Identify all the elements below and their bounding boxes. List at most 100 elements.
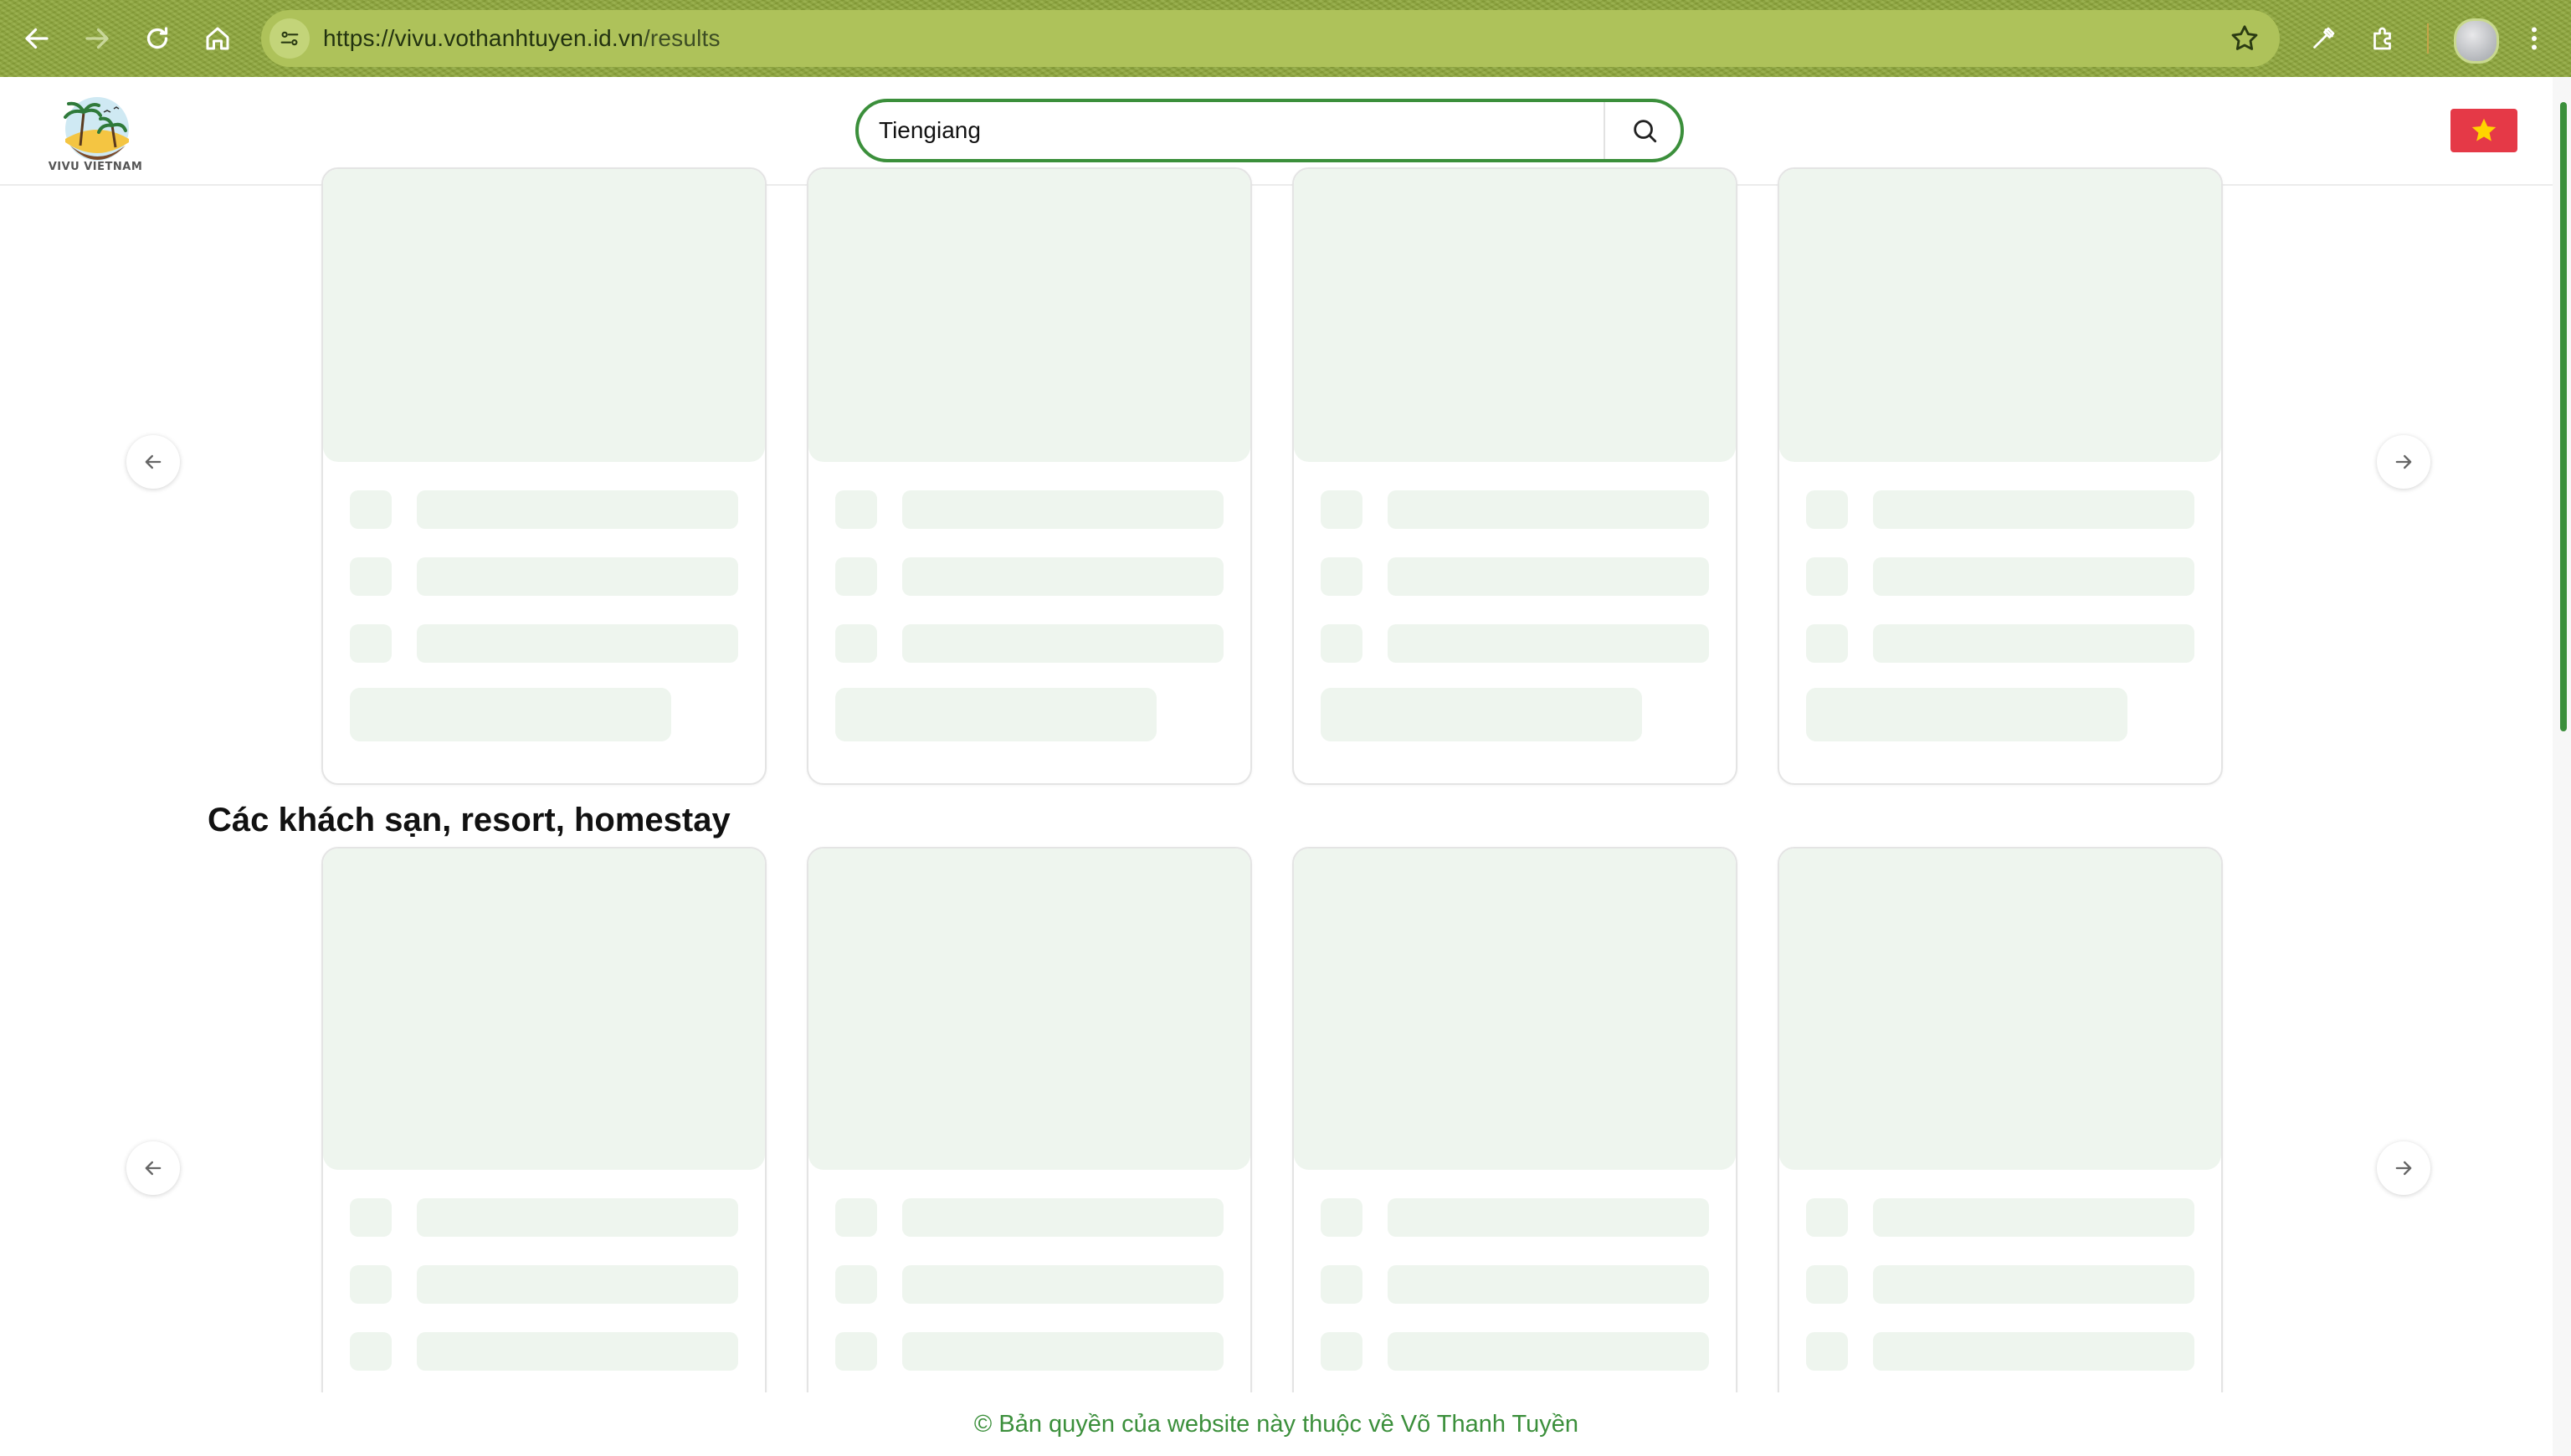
site-footer: © Bản quyền của website này thuộc về Võ …: [0, 1392, 2553, 1456]
extensions-button[interactable]: [2360, 15, 2407, 62]
skeleton-card[interactable]: [321, 847, 767, 1433]
url-host: https://vivu.vothanhtuyen.id.vn: [323, 25, 644, 51]
skeleton-text-line: [1388, 624, 1709, 663]
skeleton-icon: [1321, 490, 1362, 529]
skeleton-card[interactable]: [807, 847, 1252, 1433]
skeleton-text-line: [1388, 1332, 1709, 1371]
skeleton-button: [1806, 688, 2127, 741]
bookmark-star-icon[interactable]: [2228, 22, 2261, 55]
site-info-icon[interactable]: [269, 18, 310, 59]
arrow-right-icon: [2395, 1161, 2412, 1176]
skeleton-image: [1779, 848, 2221, 1170]
skeleton-icon: [835, 557, 877, 596]
skeleton-text-line: [1873, 1265, 2194, 1304]
skeleton-text-line: [902, 1198, 1224, 1237]
skeleton-icon: [1806, 1265, 1848, 1304]
browser-toolbar: https://vivu.vothanhtuyen.id.vn/results: [0, 0, 2571, 77]
skeleton-text-line: [1873, 1332, 2194, 1371]
skeleton-card[interactable]: [1292, 167, 1737, 785]
skeleton-icon: [350, 624, 392, 663]
skeleton-text-line: [1388, 1265, 1709, 1304]
skeleton-text-line: [902, 557, 1224, 596]
skeleton-icon: [1806, 1332, 1848, 1371]
skeleton-icon: [1806, 1198, 1848, 1237]
arrow-left-icon: [145, 1161, 162, 1176]
back-button[interactable]: [13, 15, 60, 62]
home-button[interactable]: [194, 15, 241, 62]
skeleton-icon: [350, 1198, 392, 1237]
reload-icon: [146, 27, 168, 49]
eyedropper-icon: [2313, 27, 2335, 49]
skeleton-icon: [1321, 624, 1362, 663]
more-vertical-icon: [2532, 27, 2537, 50]
skeleton-icon: [1321, 1332, 1362, 1371]
address-bar[interactable]: https://vivu.vothanhtuyen.id.vn/results: [261, 10, 2280, 67]
skeleton-text-line: [417, 1332, 738, 1371]
skeleton-text-line: [417, 557, 738, 596]
skeleton-card[interactable]: [1292, 847, 1737, 1433]
skeleton-icon: [350, 1332, 392, 1371]
logo-text: VIVU VIETNAM: [48, 161, 143, 173]
skeleton-icon: [1321, 557, 1362, 596]
skeleton-icon: [350, 557, 392, 596]
puzzle-icon: [2373, 27, 2391, 50]
forward-button[interactable]: [74, 15, 121, 62]
search-icon: [1634, 120, 1657, 143]
vietnam-flag-star-icon: [2471, 118, 2497, 141]
skeleton-icon: [1321, 1265, 1362, 1304]
carousel-1-next-button[interactable]: [2377, 435, 2430, 489]
skeleton-text-line: [902, 490, 1224, 529]
skeleton-text-line: [1873, 557, 2194, 596]
skeleton-text-line: [1388, 1198, 1709, 1237]
url-text[interactable]: https://vivu.vothanhtuyen.id.vn/results: [323, 25, 721, 52]
arrow-right-icon: [2395, 454, 2412, 469]
skeleton-text-line: [1388, 557, 1709, 596]
search-button[interactable]: [1607, 102, 1682, 159]
skeleton-text-line: [417, 1198, 738, 1237]
reload-button[interactable]: [134, 15, 181, 62]
search-box: [855, 99, 1684, 162]
eyedropper-extension-button[interactable]: [2300, 15, 2347, 62]
skeleton-card[interactable]: [807, 167, 1252, 785]
skeleton-image: [1294, 169, 1736, 462]
language-flag-button[interactable]: [2450, 109, 2517, 152]
skeleton-icon: [1806, 624, 1848, 663]
carousel-2-next-button[interactable]: [2377, 1141, 2430, 1195]
skeleton-image: [808, 848, 1250, 1170]
skeleton-icon: [350, 490, 392, 529]
skeleton-image: [1294, 848, 1736, 1170]
skeleton-icon: [1806, 557, 1848, 596]
skeleton-button: [1321, 688, 1642, 741]
section-title-hotels: Các khách sạn, resort, homestay: [208, 802, 731, 838]
skeleton-icon: [835, 1332, 877, 1371]
skeleton-text-line: [417, 490, 738, 529]
url-path: /results: [643, 25, 721, 51]
skeleton-icon: [835, 1198, 877, 1237]
skeleton-icon: [835, 490, 877, 529]
skeleton-icon: [1321, 1198, 1362, 1237]
arrow-left-icon: [145, 454, 162, 469]
toolbar-separator: [2427, 23, 2429, 54]
skeleton-text-line: [1388, 490, 1709, 529]
skeleton-text-line: [1873, 1198, 2194, 1237]
skeleton-text-line: [902, 624, 1224, 663]
skeleton-text-line: [902, 1332, 1224, 1371]
skeleton-card[interactable]: [1778, 847, 2223, 1433]
skeleton-text-line: [417, 1265, 738, 1304]
skeleton-card[interactable]: [1778, 167, 2223, 785]
skeleton-icon: [835, 1265, 877, 1304]
skeleton-image: [1779, 169, 2221, 462]
back-icon: [25, 28, 49, 49]
carousel-2-prev-button[interactable]: [126, 1141, 180, 1195]
skeleton-card[interactable]: [321, 167, 767, 785]
skeleton-text-line: [1873, 624, 2194, 663]
profile-avatar[interactable]: [2454, 18, 2499, 64]
search-input[interactable]: [879, 114, 1615, 147]
skeleton-button: [350, 688, 671, 741]
forward-icon: [85, 28, 109, 49]
search-divider: [1604, 102, 1605, 159]
carousel-1-prev-button[interactable]: [126, 435, 180, 489]
page-scrollbar-thumb[interactable]: [2560, 102, 2567, 731]
browser-menu-button[interactable]: [2511, 15, 2558, 62]
skeleton-image: [808, 169, 1250, 462]
